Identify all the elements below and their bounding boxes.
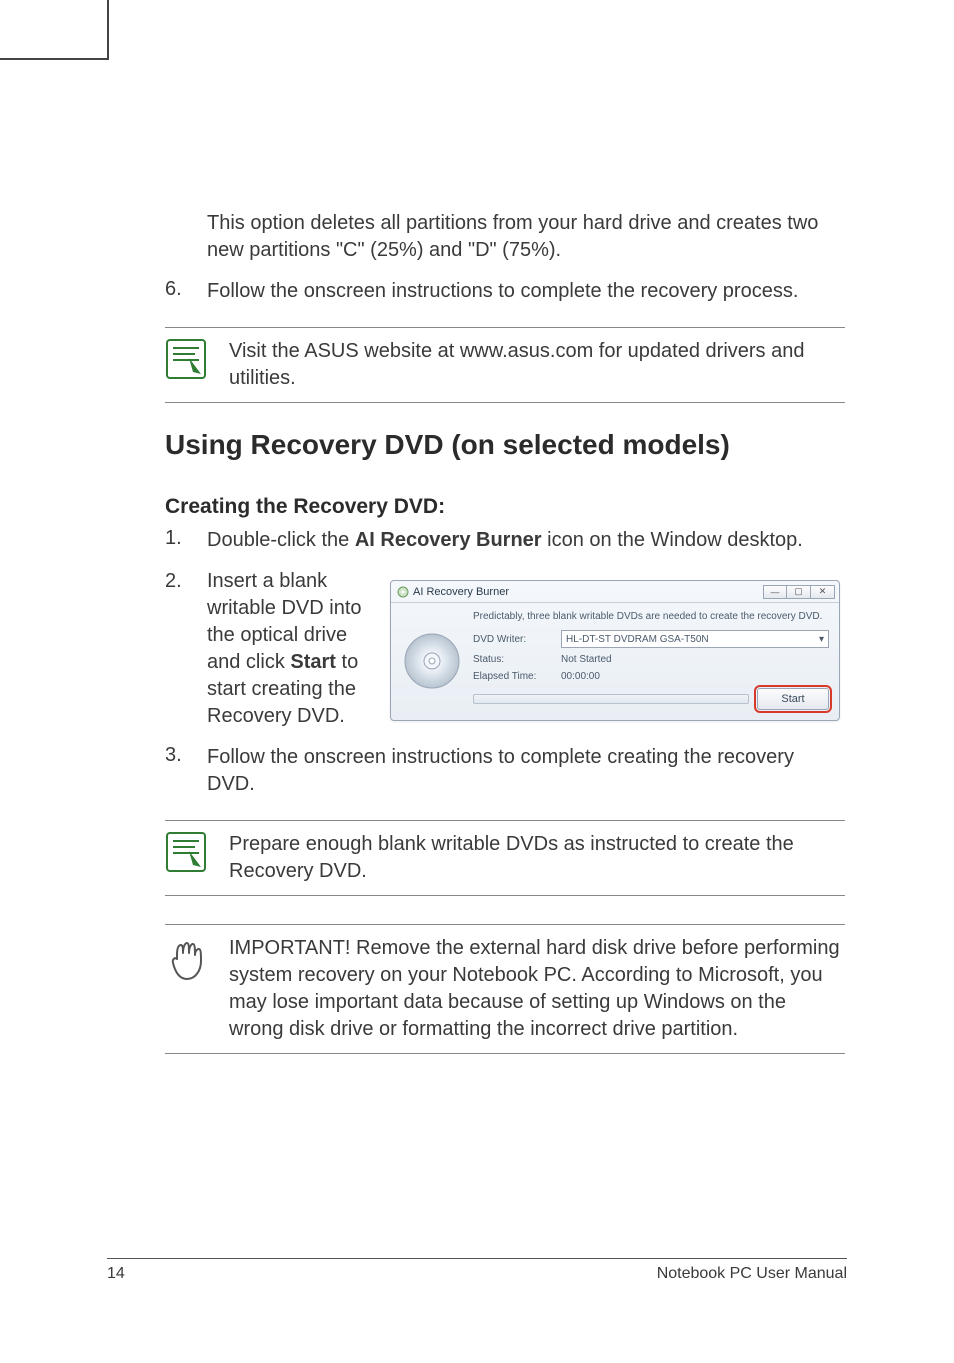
recovery-burner-screenshot: AI Recovery Burner — ▢ ✕: [390, 568, 845, 721]
note-prepare-text: Prepare enough blank writable DVDs as in…: [229, 831, 845, 885]
rb-disc-icon: [401, 611, 463, 710]
section-title: Using Recovery DVD (on selected models): [165, 429, 845, 461]
note-visit-text: Visit the ASUS website at www.asus.com f…: [229, 338, 845, 392]
note-important: IMPORTANT! Remove the external hard disk…: [165, 924, 845, 1054]
rb-writer-value: HL-DT-ST DVDRAM GSA-T50N: [566, 634, 709, 645]
rb-elapsed-row: Elapsed Time: 00:00:00: [473, 671, 829, 682]
step-1-text: Double-click the AI Recovery Burner icon…: [207, 527, 845, 554]
page-footer: 14 Notebook PC User Manual: [107, 1258, 847, 1283]
corner-rule-horizontal: [0, 58, 107, 60]
rb-window: AI Recovery Burner — ▢ ✕: [390, 580, 840, 721]
rb-status-value: Not Started: [561, 654, 829, 665]
corner-rule-vertical: [107, 0, 109, 60]
step-6: 6. Follow the onscreen instructions to c…: [165, 278, 845, 305]
step-3: 3. Follow the onscreen instructions to c…: [165, 744, 845, 798]
rb-start-button[interactable]: Start: [757, 688, 829, 710]
note-important-text: IMPORTANT! Remove the external hard disk…: [229, 935, 845, 1043]
subsection-title: Creating the Recovery DVD:: [165, 495, 845, 519]
rb-writer-row: DVD Writer: HL-DT-ST DVDRAM GSA-T50N ▾: [473, 630, 829, 648]
step-1-bold: AI Recovery Burner: [355, 529, 542, 551]
rb-fields: Predictably, three blank writable DVDs a…: [473, 611, 829, 710]
rb-status-label: Status:: [473, 654, 561, 665]
step-2-text: Insert a blank writable DVD into the opt…: [207, 568, 370, 730]
step-2-bold: Start: [290, 651, 336, 673]
step-2-left: 2. Insert a blank writable DVD into the …: [165, 568, 370, 730]
rb-body: Predictably, three blank writable DVDs a…: [391, 603, 839, 720]
note-icon: [165, 831, 229, 873]
content-area: This option deletes all partitions from …: [165, 210, 845, 1080]
rb-progress-bar: [473, 694, 749, 704]
partitions-paragraph: This option deletes all partitions from …: [207, 210, 845, 264]
footer-title: Notebook PC User Manual: [657, 1265, 847, 1283]
rb-maximize-button[interactable]: ▢: [787, 585, 811, 599]
step-6-number: 6.: [165, 278, 207, 305]
hand-icon: [165, 935, 229, 983]
rb-minimize-button[interactable]: —: [763, 585, 787, 599]
step-3-text: Follow the onscreen instructions to comp…: [207, 744, 845, 798]
note-icon: [165, 338, 229, 380]
rb-title-left: AI Recovery Burner: [397, 586, 509, 598]
step-6-text: Follow the onscreen instructions to comp…: [207, 278, 845, 305]
rb-titlebar: AI Recovery Burner — ▢ ✕: [391, 581, 839, 603]
page: This option deletes all partitions from …: [0, 0, 954, 1363]
partitions-paragraph-block: This option deletes all partitions from …: [165, 210, 845, 264]
step-1: 1. Double-click the AI Recovery Burner i…: [165, 527, 845, 554]
step-1-pre: Double-click the: [207, 529, 355, 551]
rb-status-row: Status: Not Started: [473, 654, 829, 665]
step-3-number: 3.: [165, 744, 207, 798]
step-2-row: 2. Insert a blank writable DVD into the …: [165, 568, 845, 730]
rb-dropdown-icon: ▾: [819, 634, 824, 645]
step-2-number: 2.: [165, 568, 207, 730]
note-visit-asus: Visit the ASUS website at www.asus.com f…: [165, 327, 845, 403]
rb-prediction-text: Predictably, three blank writable DVDs a…: [473, 611, 829, 622]
page-number: 14: [107, 1265, 125, 1283]
rb-writer-label: DVD Writer:: [473, 634, 561, 645]
rb-window-buttons: — ▢ ✕: [763, 585, 835, 599]
step-1-number: 1.: [165, 527, 207, 554]
rb-elapsed-label: Elapsed Time:: [473, 671, 561, 682]
rb-bottom-row: Start: [473, 688, 829, 710]
rb-close-button[interactable]: ✕: [811, 585, 835, 599]
rb-title-text: AI Recovery Burner: [413, 586, 509, 598]
rb-writer-select[interactable]: HL-DT-ST DVDRAM GSA-T50N ▾: [561, 630, 829, 648]
rb-app-icon: [397, 586, 409, 598]
note-prepare-dvds: Prepare enough blank writable DVDs as in…: [165, 820, 845, 896]
rb-elapsed-value: 00:00:00: [561, 671, 829, 682]
step-1-post: icon on the Window desktop.: [542, 529, 803, 551]
